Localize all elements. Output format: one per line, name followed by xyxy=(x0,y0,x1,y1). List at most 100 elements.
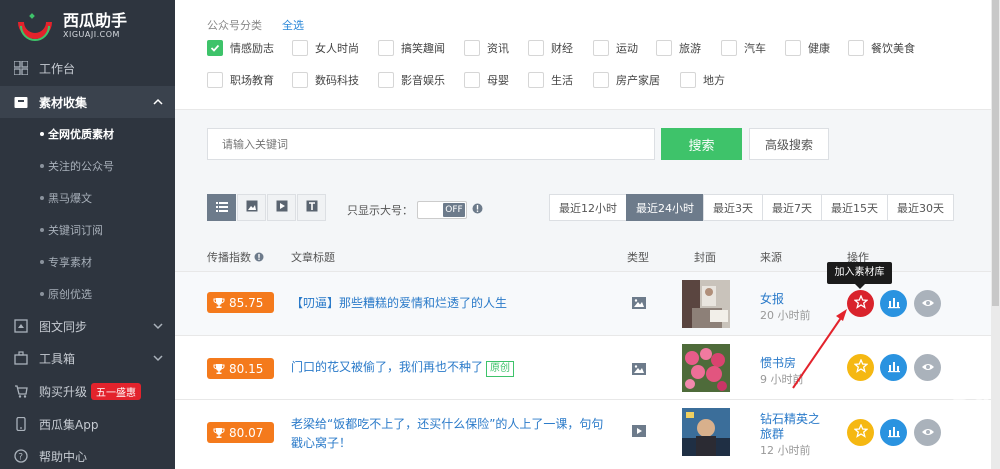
category-checkbox[interactable]: 运动 xyxy=(593,39,638,57)
sidebar-item-label: 购买升级 xyxy=(39,384,88,399)
category-checkbox[interactable]: 地方 xyxy=(680,71,725,89)
category-checkbox[interactable]: 母婴 xyxy=(464,71,509,89)
source-link[interactable]: 女报 xyxy=(760,290,784,307)
add-to-library-button[interactable] xyxy=(847,290,874,317)
time-range-30d[interactable]: 最近30天 xyxy=(887,194,954,221)
source-link[interactable]: 惯书房 xyxy=(760,354,796,371)
preview-button[interactable] xyxy=(914,419,941,446)
logo[interactable]: 西瓜助手 XIGUAJI.COM xyxy=(0,0,175,52)
sub-item-label: 关键词订阅 xyxy=(48,224,103,237)
main-content: 公众号分类 全选 情感励志 女人时尚 搞笑趣闻 资讯 财经 运动 旅游 汽车 健… xyxy=(175,0,1000,469)
time-range-3d[interactable]: 最近3天 xyxy=(703,194,763,221)
preview-button[interactable] xyxy=(914,354,941,381)
article-cover-thumbnail[interactable] xyxy=(682,344,730,392)
add-to-library-button[interactable] xyxy=(847,419,874,446)
sub-item-label: 黑马爆文 xyxy=(48,192,92,205)
category-checkbox[interactable]: 影音娱乐 xyxy=(378,71,445,89)
help-icon: ? xyxy=(14,449,28,463)
text-view-button[interactable] xyxy=(297,194,326,221)
info-icon[interactable] xyxy=(472,203,483,217)
cart-icon xyxy=(14,384,28,398)
category-checkbox[interactable]: 房产家居 xyxy=(593,71,660,89)
list-view-button[interactable] xyxy=(207,194,236,221)
sidebar-item-help[interactable]: ? 帮助中心 xyxy=(0,440,175,469)
stats-button[interactable] xyxy=(880,354,907,381)
sub-item-followed-accounts[interactable]: 关注的公众号 xyxy=(0,150,175,182)
time-range-15d[interactable]: 最近15天 xyxy=(821,194,888,221)
image-view-button[interactable] xyxy=(237,194,266,221)
grid-icon xyxy=(14,61,28,75)
sub-item-label: 原创优选 xyxy=(48,288,92,301)
big-account-label: 只显示大号： xyxy=(347,204,413,217)
toolbox-icon xyxy=(14,351,28,365)
sub-item-keyword-sub[interactable]: 关键词订阅 xyxy=(0,214,175,246)
category-checkbox[interactable]: 健康 xyxy=(785,39,830,57)
add-to-library-button[interactable] xyxy=(847,354,874,381)
article-cover-thumbnail[interactable] xyxy=(682,408,730,456)
category-checkbox[interactable]: 生活 xyxy=(528,71,573,89)
article-title-link[interactable]: 【叨逼】那些糟糕的爱情和烂透了的人生 xyxy=(291,294,611,313)
scrollbar[interactable] xyxy=(991,0,1000,469)
eye-icon xyxy=(921,361,935,375)
sub-item-dark-horse[interactable]: 黑马爆文 xyxy=(0,182,175,214)
sub-item-exclusive[interactable]: 专享素材 xyxy=(0,246,175,278)
time-range-12h[interactable]: 最近12小时 xyxy=(549,194,627,221)
checkmark-icon xyxy=(207,40,223,56)
text-icon xyxy=(306,200,318,215)
video-view-button[interactable] xyxy=(267,194,296,221)
box-icon xyxy=(14,95,28,109)
sidebar-item-label: 工具箱 xyxy=(39,351,76,366)
filter-heading: 公众号分类 xyxy=(207,19,262,32)
sidebar-item-article-sync[interactable]: 图文同步 xyxy=(0,310,175,342)
stats-button[interactable] xyxy=(880,419,907,446)
category-checkbox[interactable]: 情感励志 xyxy=(207,39,274,57)
sidebar-item-toolbox[interactable]: 工具箱 xyxy=(0,342,175,374)
image-type-icon xyxy=(632,297,646,309)
sidebar-item-label: 素材收集 xyxy=(39,95,88,110)
sub-item-all-quality[interactable]: 全网优质素材 xyxy=(0,118,175,150)
sidebar: 西瓜助手 XIGUAJI.COM 工作台 素材收集 全网优质素材 关注的公众号 … xyxy=(0,0,175,469)
star-add-icon xyxy=(852,358,869,376)
sub-item-original[interactable]: 原创优选 xyxy=(0,278,175,310)
select-all-link[interactable]: 全选 xyxy=(282,17,304,33)
sub-item-label: 专享素材 xyxy=(48,256,92,269)
category-checkbox[interactable]: 职场教育 xyxy=(207,71,274,89)
category-checkbox[interactable]: 汽车 xyxy=(721,39,766,57)
category-checkbox[interactable]: 餐饮美食 xyxy=(848,39,915,57)
list-icon xyxy=(215,201,228,215)
header-spread-index[interactable]: 传播指数 xyxy=(207,249,264,265)
sidebar-item-label: 西瓜集App xyxy=(39,417,99,432)
trophy-icon xyxy=(213,297,225,309)
category-checkbox[interactable]: 女人时尚 xyxy=(292,39,359,57)
chevron-down-icon xyxy=(153,320,163,330)
preview-button[interactable] xyxy=(914,290,941,317)
list-toolbar: 只显示大号： OFF 最近12小时 最近24小时 最近3天 最近7天 最近15天… xyxy=(175,178,991,238)
chevron-up-icon xyxy=(153,96,163,106)
sidebar-item-workbench[interactable]: 工作台 xyxy=(0,52,175,84)
category-checkbox[interactable]: 搞笑趣闻 xyxy=(378,39,445,57)
search-input[interactable] xyxy=(207,128,655,160)
video-type-icon xyxy=(632,425,646,437)
category-checkbox[interactable]: 资讯 xyxy=(464,39,509,57)
sidebar-item-upgrade[interactable]: 购买升级 五一盛惠 xyxy=(0,375,175,407)
big-account-toggle[interactable]: OFF xyxy=(417,201,467,219)
category-checkbox[interactable]: 旅游 xyxy=(656,39,701,57)
sidebar-item-material-collect[interactable]: 素材收集 xyxy=(0,86,175,118)
advanced-search-button[interactable]: 高级搜索 xyxy=(749,128,829,160)
source-link[interactable]: 钻石精英之旅群 xyxy=(760,412,820,442)
category-filter-panel: 公众号分类 全选 情感励志 女人时尚 搞笑趣闻 资讯 财经 运动 旅游 汽车 健… xyxy=(175,0,991,110)
phone-icon xyxy=(14,417,28,431)
category-checkbox[interactable]: 数码科技 xyxy=(292,71,359,89)
search-button[interactable]: 搜索 xyxy=(661,128,742,160)
app-name: 西瓜助手 xyxy=(63,11,128,30)
scrollbar-thumb[interactable] xyxy=(992,0,999,306)
article-title-link[interactable]: 老梁给“饭都吃不上了，还买什么保险”的人上了一课，句句戳心窝子！ xyxy=(291,415,611,453)
category-checkbox[interactable]: 财经 xyxy=(528,39,573,57)
watermelon-logo-icon xyxy=(17,8,53,44)
time-range-24h[interactable]: 最近24小时 xyxy=(626,194,704,221)
time-range-7d[interactable]: 最近7天 xyxy=(762,194,822,221)
sidebar-item-app[interactable]: 西瓜集App xyxy=(0,408,175,440)
article-cover-thumbnail[interactable] xyxy=(682,280,730,328)
article-title-link[interactable]: 门口的花又被偷了，我们再也不种了 原创 xyxy=(291,358,611,377)
stats-button[interactable] xyxy=(880,290,907,317)
